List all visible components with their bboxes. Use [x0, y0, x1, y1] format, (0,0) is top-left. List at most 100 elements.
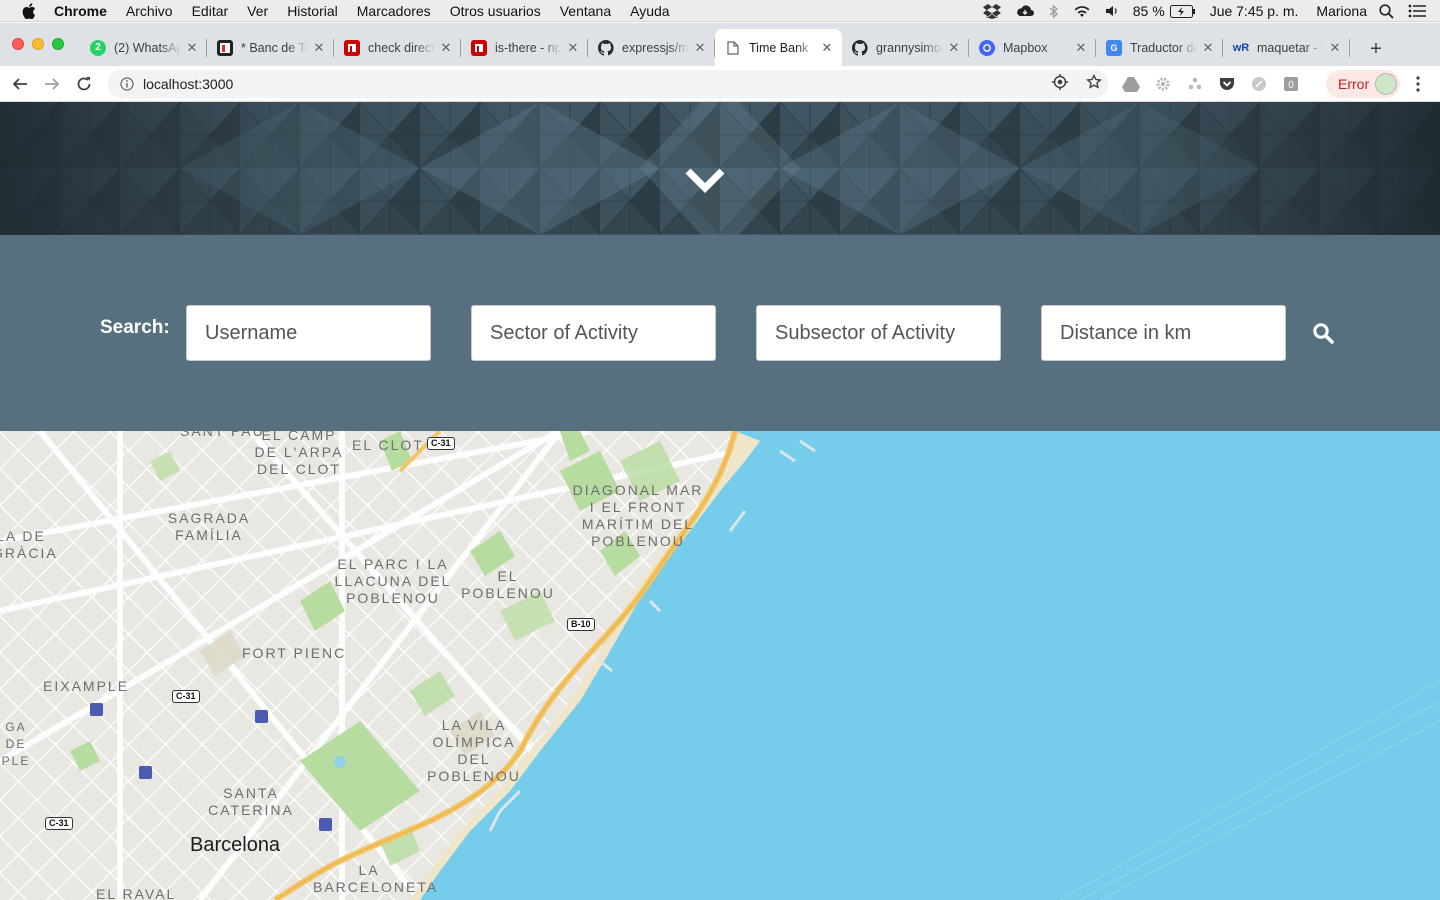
- extension-gear-icon[interactable]: [1154, 75, 1172, 93]
- metro-station-icon[interactable]: [139, 766, 152, 779]
- tab-title: is-there - npm: [495, 40, 562, 55]
- window-controls: [12, 38, 64, 50]
- scroll-down-chevron-icon[interactable]: [682, 162, 728, 198]
- tab-title: grannysimon: [876, 40, 943, 55]
- tab-mapbox[interactable]: Mapbox ✕: [969, 29, 1096, 66]
- close-tab-icon[interactable]: ✕: [439, 40, 453, 55]
- battery-icon[interactable]: [1169, 4, 1196, 18]
- volume-icon[interactable]: [1105, 5, 1119, 17]
- bookmark-star-icon[interactable]: [1086, 73, 1102, 95]
- back-button[interactable]: [6, 70, 34, 98]
- location-icon[interactable]: [1052, 73, 1068, 95]
- map-label-poblenou: EL POBLENOU: [461, 568, 555, 601]
- distance-input[interactable]: [1041, 305, 1286, 361]
- close-tab-icon[interactable]: ✕: [185, 40, 199, 55]
- map-label-raval: EL RAVAL: [96, 886, 177, 900]
- tab-expressjs-multer[interactable]: expressjs/multer ✕: [588, 29, 715, 66]
- new-tab-button[interactable]: +: [1364, 37, 1388, 61]
- fullscreen-window-button[interactable]: [52, 38, 64, 50]
- username-input[interactable]: [186, 305, 431, 361]
- notification-center-icon[interactable]: [1408, 4, 1426, 18]
- close-tab-icon[interactable]: ✕: [566, 40, 580, 55]
- minimize-window-button[interactable]: [32, 38, 44, 50]
- menu-historial[interactable]: Historial: [287, 3, 338, 19]
- whatsapp-icon: 2: [90, 39, 106, 56]
- search-button[interactable]: [1310, 320, 1336, 346]
- tab-title: expressjs/multer: [622, 40, 689, 55]
- sector-of-activity-input[interactable]: [471, 305, 716, 361]
- tab-banc-de-temps[interactable]: * Banc de Temps ✕: [207, 29, 334, 66]
- subsector-of-activity-input[interactable]: [756, 305, 1001, 361]
- profile-error-button[interactable]: Error: [1326, 70, 1400, 98]
- error-label: Error: [1338, 76, 1370, 92]
- site-info-icon[interactable]: [119, 76, 135, 92]
- extension-tree-icon[interactable]: [1186, 75, 1204, 93]
- chrome-menu-icon[interactable]: [1410, 74, 1426, 94]
- tab-whatsapp[interactable]: 2 (2) WhatsApp ✕: [80, 29, 207, 66]
- extension-feather-icon[interactable]: [1250, 75, 1268, 93]
- menu-marcadores[interactable]: Marcadores: [357, 3, 431, 19]
- reload-button[interactable]: [70, 70, 98, 98]
- hero-banner: [0, 102, 1440, 235]
- github-icon: [852, 39, 868, 56]
- road-shield: C-31: [427, 437, 455, 450]
- map-label-parc-llacuna: EL PARC I LA LLACUNA DEL POBLENOU: [334, 556, 452, 606]
- wifi-icon[interactable]: [1073, 4, 1091, 18]
- close-tab-icon[interactable]: ✕: [693, 40, 707, 55]
- tab-grannysimon[interactable]: grannysimon ✕: [842, 29, 969, 66]
- extension-counter-icon[interactable]: 0: [1282, 75, 1300, 93]
- icloud-icon[interactable]: [1015, 4, 1035, 18]
- menu-ayuda[interactable]: Ayuda: [630, 3, 669, 19]
- close-tab-icon[interactable]: ✕: [312, 40, 326, 55]
- metro-station-icon[interactable]: [90, 703, 103, 716]
- map-label-gracia: LA DE GRÀCIA: [0, 528, 58, 561]
- menu-otros-usuarios[interactable]: Otros usuarios: [450, 3, 541, 19]
- menu-archivo[interactable]: Archivo: [126, 3, 173, 19]
- tab-title: Traductor de Google: [1130, 40, 1197, 55]
- menu-ventana[interactable]: Ventana: [560, 3, 611, 19]
- map-label-fort-pienc: FORT PIENC: [242, 645, 347, 661]
- tab-check-directory[interactable]: check directory ✕: [334, 29, 461, 66]
- tab-title: maquetar - WordReference: [1257, 40, 1324, 55]
- road-shield: C-31: [172, 690, 200, 703]
- metro-station-icon[interactable]: [319, 818, 332, 831]
- url-text[interactable]: localhost:3000: [143, 76, 233, 92]
- svg-text:0: 0: [1288, 80, 1294, 91]
- pocket-icon[interactable]: [1218, 75, 1236, 93]
- close-tab-icon[interactable]: ✕: [1074, 40, 1088, 55]
- dropbox-icon[interactable]: [982, 3, 1001, 19]
- clock[interactable]: Jue 7:45 p. m.: [1210, 3, 1299, 19]
- tab-time-bank[interactable]: Time Bank ✕: [715, 29, 842, 66]
- map-label-sant-pau: SANT PAU: [180, 431, 265, 439]
- browser-toolbar: localhost:3000 0 Error: [0, 66, 1440, 102]
- menu-ver[interactable]: Ver: [247, 3, 268, 19]
- npm-icon: [471, 39, 487, 56]
- search-panel: Search:: [0, 235, 1440, 431]
- google-drive-icon[interactable]: [1122, 75, 1140, 93]
- close-window-button[interactable]: [12, 38, 24, 50]
- metro-station-icon[interactable]: [255, 710, 268, 723]
- tab-traductor[interactable]: G Traductor de Google ✕: [1096, 29, 1223, 66]
- close-tab-icon[interactable]: ✕: [1201, 40, 1215, 55]
- forward-button[interactable]: [38, 70, 66, 98]
- bluetooth-icon[interactable]: [1049, 4, 1059, 19]
- page-icon: [725, 40, 741, 56]
- menu-app-name[interactable]: Chrome: [54, 3, 107, 19]
- search-label: Search:: [100, 317, 170, 338]
- search-icon: [1313, 323, 1334, 344]
- close-tab-icon[interactable]: ✕: [820, 40, 834, 55]
- road-shield: C-31: [45, 817, 73, 830]
- map-view[interactable]: SANT PAU EL CAMP DE L'ARPA DEL CLOT EL C…: [0, 431, 1440, 900]
- menu-editar[interactable]: Editar: [192, 3, 229, 19]
- apple-icon[interactable]: [20, 2, 38, 20]
- close-tab-icon[interactable]: ✕: [1328, 40, 1342, 55]
- map-label-sagrada-familia: SAGRADA FAMÍLIA: [167, 510, 251, 543]
- spotlight-search-icon[interactable]: [1379, 3, 1394, 19]
- address-bar[interactable]: localhost:3000: [108, 70, 1108, 98]
- tab-wordreference[interactable]: wR maquetar - WordReference ✕: [1223, 29, 1350, 66]
- user-name[interactable]: Mariona: [1316, 3, 1367, 19]
- close-tab-icon[interactable]: ✕: [947, 40, 961, 55]
- tab-is-there[interactable]: is-there - npm ✕: [461, 29, 588, 66]
- translate-icon: G: [1106, 39, 1122, 56]
- map-canvas: [0, 431, 1440, 900]
